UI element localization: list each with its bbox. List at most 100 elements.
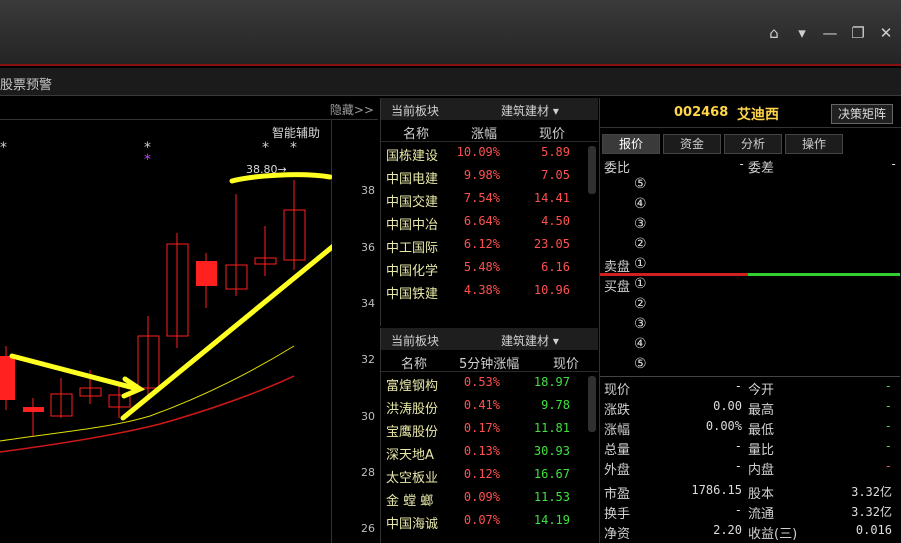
sector-label: 当前板块 xyxy=(391,334,440,348)
stock-row[interactable]: 中国海诚 0.07% 14.19 xyxy=(381,510,598,533)
tab-operation[interactable]: 操作 xyxy=(785,134,843,154)
window-controls: ⌂ ▾ — ❐ ✕ xyxy=(765,24,895,42)
sell-level: ① xyxy=(634,256,647,272)
column-header[interactable]: 5分钟涨幅 xyxy=(459,353,519,372)
column-header[interactable]: 涨幅 xyxy=(471,123,497,142)
stock-change: 7.54% xyxy=(463,191,500,205)
table-header: 名称 5分钟涨幅 现价 xyxy=(381,350,598,372)
scrollbar[interactable] xyxy=(588,376,596,432)
stat-value: - xyxy=(734,459,742,473)
candle-body xyxy=(196,261,217,286)
quote-stat-row: 净资 2.20 收益(三) 0.016 xyxy=(600,522,900,542)
stock-row[interactable]: 富煌钢构 0.53% 18.97 xyxy=(381,372,598,395)
stock-name: 艾迪西 xyxy=(737,107,779,123)
sell-level: ③ xyxy=(634,216,647,232)
stock-row[interactable]: 中国中冶 6.64% 4.50 xyxy=(381,211,598,234)
y-tick: 28 xyxy=(361,466,375,479)
candle-body xyxy=(0,356,15,400)
restore-icon[interactable]: ❐ xyxy=(849,24,867,42)
y-tick: 36 xyxy=(361,241,375,254)
sector-panel-title: 当前板块 建筑建材 ▾ xyxy=(381,98,598,120)
stock-price: 11.81 xyxy=(533,421,570,435)
y-tick: 34 xyxy=(361,297,375,310)
stock-row[interactable]: 金 螳 螂 0.09% 11.53 xyxy=(381,487,598,510)
stock-row[interactable]: 宝鹰股份 0.17% 11.81 xyxy=(381,418,598,441)
buy-level: ③ xyxy=(634,316,647,332)
home-icon[interactable]: ⌂ xyxy=(765,24,783,42)
column-header[interactable]: 现价 xyxy=(553,353,579,372)
stat-label: 流通 xyxy=(748,507,775,522)
stat-label: 市盈 xyxy=(604,487,631,502)
buy-level: ⑤ xyxy=(634,356,647,372)
sector-label: 当前板块 xyxy=(391,104,440,118)
stat-value: 1786.15 xyxy=(691,483,742,497)
tab-funds[interactable]: 资金 xyxy=(663,134,721,154)
quote-stat-row: 现价 - 今开 - xyxy=(600,378,900,398)
decision-matrix-button[interactable]: 决策矩阵 xyxy=(830,104,893,124)
stock-price: 18.97 xyxy=(533,375,570,389)
menu-icon[interactable]: ▾ xyxy=(793,24,811,42)
stock-change: 0.53% xyxy=(463,375,500,389)
stock-row[interactable]: 中国交建 7.54% 14.41 xyxy=(381,188,598,211)
y-tick: 30 xyxy=(361,410,375,423)
stat-label: 量比 xyxy=(748,443,775,458)
sector-panel-gainers: 当前板块 建筑建材 ▾ 名称 涨幅 现价 国栋建设 10.09% 5.89 中国电建 9… xyxy=(380,98,598,326)
stock-row[interactable]: 国栋建设 10.09% 5.89 xyxy=(381,142,598,165)
quote-stat-row: 外盘 - 内盘 - xyxy=(600,458,900,478)
column-header[interactable]: 现价 xyxy=(539,123,565,142)
close-icon[interactable]: ✕ xyxy=(877,24,895,42)
stock-name: 富煌钢构 xyxy=(386,379,439,394)
tab-quote[interactable]: 报价 xyxy=(602,134,660,154)
stock-price: 10.96 xyxy=(533,283,570,297)
stock-change: 0.12% xyxy=(463,467,500,481)
stat-value: - xyxy=(884,419,892,433)
stock-code: 002468 xyxy=(674,105,729,120)
sector-dropdown[interactable]: 建筑建材 ▾ xyxy=(501,102,559,119)
sell-level: ⑤ xyxy=(634,176,647,192)
stat-value: 3.32亿 xyxy=(851,485,892,499)
sell-level: ④ xyxy=(634,196,647,212)
stat-label: 最低 xyxy=(748,423,775,438)
stock-row[interactable]: 太空板业 0.12% 16.67 xyxy=(381,464,598,487)
stat-label: 净资 xyxy=(604,527,631,542)
stock-row[interactable]: 中国铁建 4.38% 10.96 xyxy=(381,280,598,303)
title-bar: ⌂ ▾ — ❐ ✕ xyxy=(0,0,901,66)
scrollbar[interactable] xyxy=(588,146,596,194)
star-marker: * xyxy=(144,152,151,168)
stock-price: 11.53 xyxy=(533,490,570,504)
stat-label: 今开 xyxy=(748,383,775,398)
stock-change: 0.07% xyxy=(463,513,500,527)
stat-value: - xyxy=(734,503,742,517)
stock-price: 14.19 xyxy=(533,513,570,527)
quote-stat-row: 换手 - 流通 3.32亿 xyxy=(600,502,900,522)
stock-name: 深天地A xyxy=(386,448,434,463)
stat-label: 收益(三) xyxy=(748,527,798,542)
buy-label: 买盘 xyxy=(604,280,631,295)
stock-alarm-button[interactable]: 股票预警 xyxy=(0,74,52,93)
stock-change: 6.64% xyxy=(463,214,500,228)
stock-price: 23.05 xyxy=(533,237,570,251)
stock-change: 0.09% xyxy=(463,490,500,504)
hide-panel-button[interactable]: 隐藏>> xyxy=(330,101,374,118)
stock-change: 9.98% xyxy=(463,168,500,182)
stat-label: 内盘 xyxy=(748,463,775,478)
stock-change: 4.38% xyxy=(463,283,500,297)
stock-price: 7.05 xyxy=(541,168,570,182)
kline-chart[interactable]: 隐藏>> 智能辅助 38 36 34 32 30 28 26 * * * * *… xyxy=(0,98,378,543)
column-header[interactable]: 名称 xyxy=(403,123,429,142)
star-marker: * xyxy=(290,140,297,156)
stock-price: 6.16 xyxy=(541,260,570,274)
column-header[interactable]: 名称 xyxy=(401,353,427,372)
tab-analysis[interactable]: 分析 xyxy=(724,134,782,154)
sector-dropdown[interactable]: 建筑建材 ▾ xyxy=(501,332,559,349)
stock-row[interactable]: 中国电建 9.98% 7.05 xyxy=(381,165,598,188)
stock-row[interactable]: 深天地A 0.13% 30.93 xyxy=(381,441,598,464)
stock-name: 中国交建 xyxy=(386,195,439,210)
minimize-icon[interactable]: — xyxy=(821,24,839,42)
toolbar: 股票预警 xyxy=(0,68,901,96)
stock-row[interactable]: 中国化学 5.48% 6.16 xyxy=(381,257,598,280)
stock-row[interactable]: 中工国际 6.12% 23.05 xyxy=(381,234,598,257)
stock-row[interactable]: 洪涛股份 0.41% 9.78 xyxy=(381,395,598,418)
stock-change: 0.17% xyxy=(463,421,500,435)
stat-value: 0.016 xyxy=(855,523,892,537)
